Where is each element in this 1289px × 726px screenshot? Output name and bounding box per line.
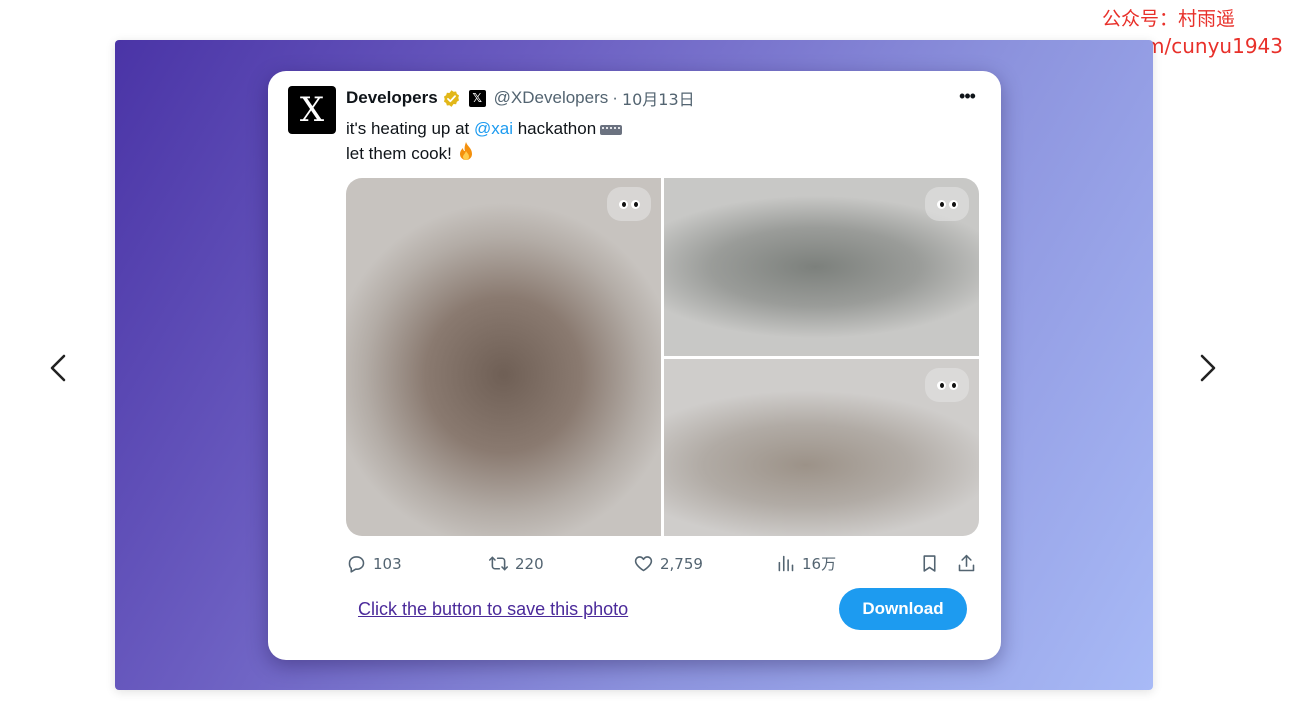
views-chart-icon	[778, 555, 794, 572]
verified-badge-icon	[443, 89, 459, 107]
tweet-text-line-2: let them cook!	[346, 141, 622, 166]
tweet-text-suffix: hackathon	[513, 119, 597, 138]
keyboard-emoji-icon	[600, 124, 623, 135]
tweet-photo-3[interactable]	[664, 359, 979, 536]
chevron-right-icon	[1200, 354, 1216, 382]
display-name[interactable]: Developers	[346, 88, 438, 108]
share-icon	[958, 554, 975, 572]
watermark-wechat: 公众号：村雨遥	[1101, 8, 1235, 30]
heart-icon	[634, 556, 653, 572]
retweet-button[interactable]: 220	[488, 553, 544, 574]
retweet-count: 220	[515, 554, 544, 573]
eye-right	[948, 380, 958, 390]
eye-left	[618, 199, 628, 209]
save-photo-link[interactable]: Click the button to save this photo	[358, 599, 628, 620]
tweet-header: Developers 𝕏 @XDevelopers · 10月13日	[346, 87, 695, 109]
tweet-actions: 103 220 2,759 16万	[346, 553, 978, 577]
chevron-left-icon	[50, 354, 66, 382]
media-grid	[346, 178, 979, 536]
views-count: 16万	[802, 555, 837, 573]
tweet-text-line-1: it's heating up at @xai hackathon	[346, 116, 623, 141]
download-button[interactable]: Download	[839, 588, 967, 630]
tweet-text-line-2-text: let them cook!	[346, 144, 452, 163]
eyes-icon	[607, 187, 651, 221]
eye-right	[948, 199, 958, 209]
reply-count: 103	[373, 554, 402, 573]
like-button[interactable]: 2,759	[633, 553, 703, 574]
share-button[interactable]	[956, 553, 977, 574]
eye-right	[630, 199, 640, 209]
bookmark-icon	[923, 555, 936, 572]
handle[interactable]: @XDevelopers	[494, 88, 609, 108]
more-options-icon[interactable]: •••	[956, 87, 978, 109]
reply-icon	[348, 556, 365, 573]
separator-dot: ·	[612, 88, 618, 107]
retweet-icon	[488, 556, 509, 571]
like-count: 2,759	[660, 554, 703, 573]
fire-emoji-icon	[459, 142, 472, 160]
x-affiliate-badge-icon: 𝕏	[468, 89, 486, 107]
tweet-text: it's heating up at @xai hackathon let th…	[346, 116, 623, 166]
tweet-photo-2[interactable]	[664, 178, 979, 356]
avatar[interactable]: X	[288, 86, 336, 134]
tweet-photo-1[interactable]	[346, 178, 661, 536]
bookmark-button[interactable]	[919, 553, 940, 574]
tweet-text-prefix: it's heating up at	[346, 119, 474, 138]
views-button[interactable]: 16万	[775, 553, 836, 574]
eye-left	[936, 380, 946, 390]
eyes-icon	[925, 187, 969, 221]
next-button[interactable]	[1192, 350, 1224, 386]
eye-left	[936, 199, 946, 209]
tweet-card: X Developers 𝕏 @XDevelopers · 10月13日 •••…	[268, 71, 1001, 660]
reply-button[interactable]: 103	[346, 553, 402, 574]
previous-button[interactable]	[44, 350, 76, 386]
mention-link[interactable]: @xai	[474, 119, 513, 138]
tweet-date[interactable]: 10月13日	[622, 86, 695, 110]
eyes-icon	[925, 368, 969, 402]
avatar-x-logo: X	[299, 90, 325, 130]
